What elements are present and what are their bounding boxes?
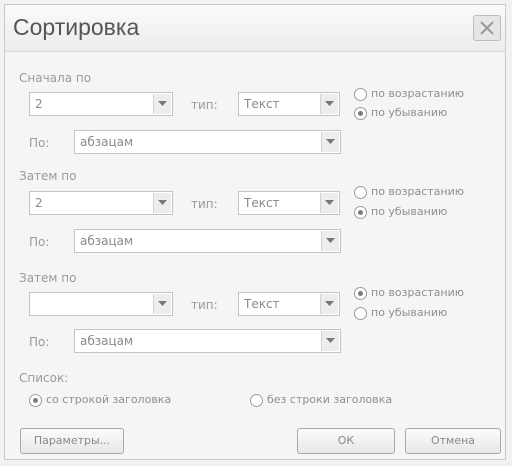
cancel-button[interactable]: Отмена [405, 428, 501, 454]
sort-third-by-label: По: [29, 335, 50, 349]
sort-second-type-value: Текст [244, 196, 280, 210]
sort-first-desc-label: по убыванию [371, 106, 448, 119]
sort-third-field-select[interactable] [29, 292, 173, 316]
sort-second-desc-label: по убыванию [371, 205, 448, 218]
chevron-down-icon [321, 231, 339, 251]
sort-first-type-label: тип: [191, 98, 218, 112]
sort-third-asc-radio[interactable]: по возрастанию [354, 286, 504, 302]
sort-second-header: Затем по [19, 169, 77, 183]
sort-third-desc-radio[interactable]: по убыванию [354, 306, 504, 322]
sort-second-asc-radio[interactable]: по возрастанию [354, 185, 504, 201]
sort-second-asc-label: по возрастанию [371, 185, 465, 198]
sort-first-type-select[interactable]: Текст [238, 92, 340, 116]
chevron-down-icon [153, 294, 171, 314]
sort-first-field-value: 2 [35, 97, 43, 111]
chevron-down-icon [153, 193, 171, 213]
sort-second-by-select[interactable]: абзацам [74, 229, 341, 253]
sort-first-by-select[interactable]: абзацам [74, 130, 341, 154]
sort-first-asc-radio[interactable]: по возрастанию [354, 87, 504, 103]
sort-third-desc-label: по убыванию [371, 306, 448, 319]
sort-third-type-label: тип: [191, 298, 218, 312]
chevron-down-icon [321, 331, 339, 351]
sort-first-by-label: По: [29, 136, 50, 150]
sort-second-type-select[interactable]: Текст [238, 191, 340, 215]
close-button[interactable] [473, 15, 501, 41]
sort-third-by-value: абзацам [80, 334, 134, 348]
sort-second-desc-radio[interactable]: по убыванию [354, 205, 504, 221]
sort-dialog: Сортировка Сначала по 2 тип: Текст по во… [4, 4, 506, 460]
sort-first-type-value: Текст [244, 97, 280, 111]
sort-third-header: Затем по [19, 271, 77, 285]
sort-first-asc-label: по возрастанию [371, 87, 465, 100]
sort-third-type-value: Текст [244, 297, 280, 311]
with-header-label: со строкой заголовка [46, 393, 172, 406]
chevron-down-icon [321, 132, 339, 152]
sort-first-header: Сначала по [19, 71, 92, 85]
title-bar: Сортировка [5, 5, 505, 52]
sort-first-by-value: абзацам [80, 135, 134, 149]
close-icon [480, 21, 494, 35]
sort-first-desc-radio[interactable]: по убыванию [354, 106, 504, 122]
without-header-label: без строки заголовка [267, 393, 393, 406]
sort-second-type-label: тип: [191, 197, 218, 211]
sort-third-by-select[interactable]: абзацам [74, 329, 341, 353]
sort-third-asc-label: по возрастанию [371, 286, 465, 299]
chevron-down-icon [320, 294, 338, 314]
sort-second-field-select[interactable]: 2 [29, 191, 173, 215]
sort-third-type-select[interactable]: Текст [238, 292, 340, 316]
chevron-down-icon [153, 94, 171, 114]
sort-second-by-label: По: [29, 235, 50, 249]
sort-first-field-select[interactable]: 2 [29, 92, 173, 116]
chevron-down-icon [320, 193, 338, 213]
parameters-button[interactable]: Параметры... [20, 428, 124, 454]
list-header: Список: [19, 371, 69, 385]
sort-second-field-value: 2 [35, 196, 43, 210]
with-header-radio[interactable]: со строкой заголовка [29, 393, 219, 409]
sort-second-by-value: абзацам [80, 234, 134, 248]
chevron-down-icon [320, 94, 338, 114]
dialog-title: Сортировка [13, 14, 140, 40]
without-header-radio[interactable]: без строки заголовка [250, 393, 440, 409]
ok-button[interactable]: ОК [297, 428, 395, 454]
